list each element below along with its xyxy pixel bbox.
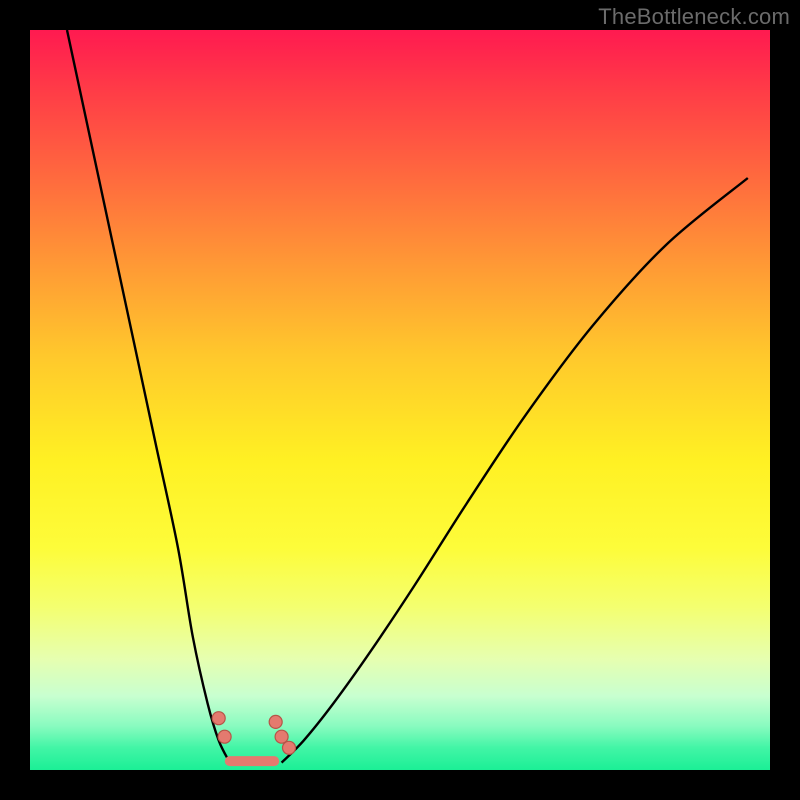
watermark-text: TheBottleneck.com <box>598 4 790 30</box>
valley-dot <box>269 715 282 728</box>
valley-dot <box>218 730 231 743</box>
valley-dot <box>283 741 296 754</box>
curve-layer <box>30 30 770 770</box>
right-curve <box>282 178 748 763</box>
valley-dot <box>212 712 225 725</box>
valley-marker-dots <box>212 712 295 755</box>
left-curve <box>67 30 230 763</box>
plot-area <box>30 30 770 770</box>
valley-dot <box>275 730 288 743</box>
chart-frame: TheBottleneck.com <box>0 0 800 800</box>
